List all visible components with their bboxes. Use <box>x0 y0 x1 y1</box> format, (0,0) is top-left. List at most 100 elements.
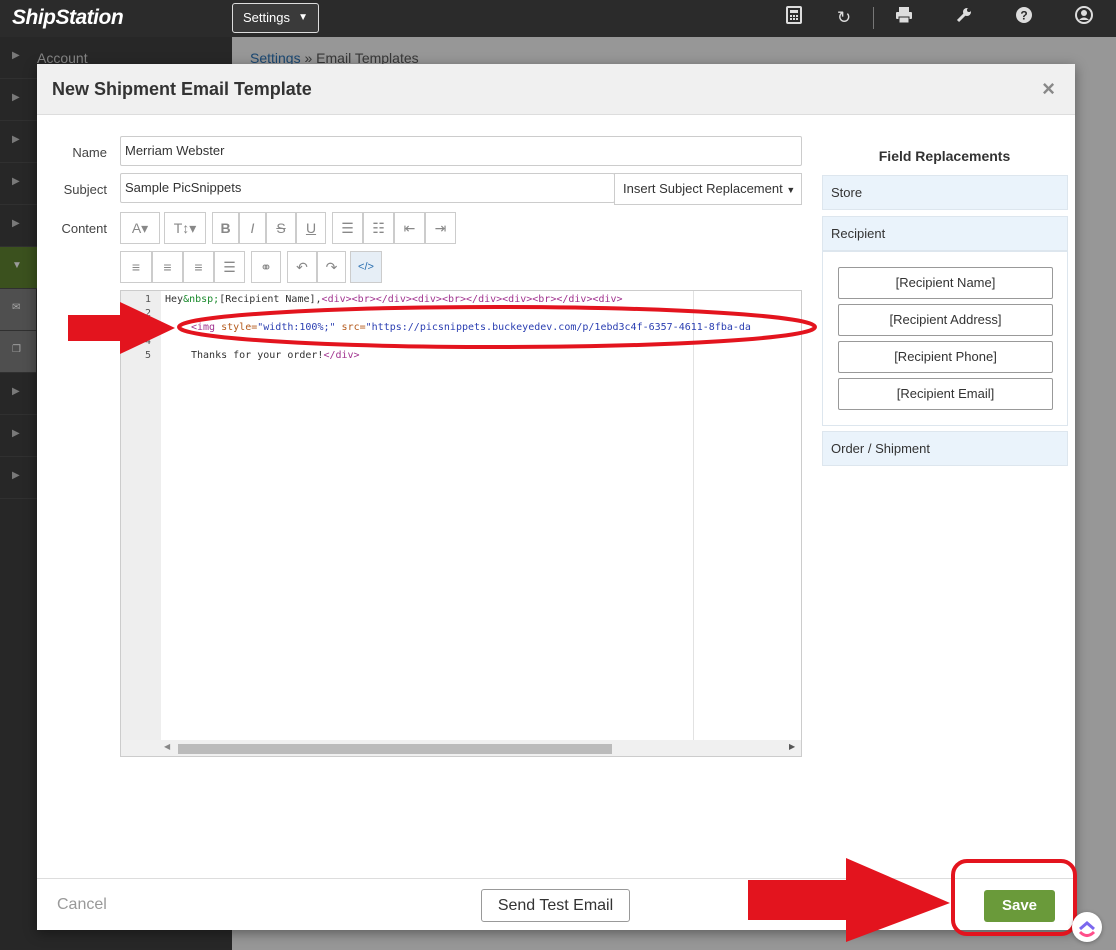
fr-section-store[interactable]: Store <box>822 175 1068 210</box>
code-attr: src= <box>335 322 366 333</box>
modal-header: New Shipment Email Template × <box>37 64 1075 115</box>
underline-button[interactable]: U <box>296 212 326 244</box>
indent-button[interactable]: ⇥ <box>425 212 456 244</box>
editor-horizontal-scrollbar[interactable]: ◀ ▶ <box>121 740 801 756</box>
name-input[interactable]: Merriam Webster <box>120 136 802 166</box>
line-number: 1 <box>144 294 151 305</box>
italic-icon: I <box>250 220 255 236</box>
outdent-button[interactable]: ⇤ <box>394 212 425 244</box>
clickup-logo-icon <box>1078 921 1096 937</box>
insert-subject-replacement-label: Insert Subject Replacement <box>623 181 783 196</box>
fr-section-recipient[interactable]: Recipient <box>822 216 1068 251</box>
numbered-list-icon: ☷ <box>372 220 385 236</box>
underline-icon: U <box>305 220 317 236</box>
svg-text:?: ? <box>1020 9 1027 23</box>
field-replacements-title: Field Replacements <box>878 148 1011 164</box>
align-right-icon: ≡ <box>194 259 203 275</box>
link-button[interactable]: ⚭ <box>251 251 281 283</box>
refresh-icon[interactable]: ↻ <box>832 6 856 30</box>
code-tag: <img <box>191 322 216 333</box>
help-icon[interactable]: ? <box>1012 6 1036 30</box>
code-value: "width:100%;" <box>257 322 336 333</box>
justify-icon: ☰ <box>223 259 236 275</box>
close-icon[interactable]: × <box>1042 76 1055 102</box>
font-size-button[interactable]: T↕▾ <box>164 212 206 244</box>
insert-subject-replacement-button[interactable]: Insert Subject Replacement ▼ <box>614 173 802 205</box>
code-text: Thanks for your order! <box>191 350 324 361</box>
align-center-button[interactable]: ≡ <box>152 251 183 283</box>
code-text: Hey <box>165 294 184 305</box>
line-number: 3 <box>144 322 151 333</box>
recipient-phone-button[interactable]: [Recipient Phone] <box>838 341 1053 373</box>
align-left-button[interactable]: ≡ <box>120 251 152 283</box>
line-number: 2 <box>144 308 151 319</box>
top-navbar: ShipStation Settings ▼ ↻ ? <box>0 0 1116 37</box>
printer-icon[interactable] <box>892 6 916 30</box>
line-gutter: 1 2 3 4 5 <box>121 291 161 740</box>
caret-down-icon: ▼ <box>786 185 796 195</box>
font-size-icon: T↕▾ <box>173 220 197 236</box>
bold-button[interactable]: B <box>212 212 239 244</box>
calculator-icon[interactable] <box>782 6 806 30</box>
code-value: "https://picsnippets.buckeyedev.com/p/1e… <box>365 322 751 333</box>
code-view-button[interactable]: </> <box>350 251 382 283</box>
caret-down-icon: ▼ <box>298 12 308 23</box>
recipient-name-button[interactable]: [Recipient Name] <box>838 267 1053 299</box>
bullet-list-icon: ☰ <box>341 220 354 236</box>
subject-input[interactable]: Sample PicSnippets <box>120 173 615 203</box>
code-entity: &nbsp; <box>183 294 220 305</box>
scroll-right-icon[interactable]: ▶ <box>789 742 795 751</box>
undo-button[interactable]: ↶ <box>287 251 317 283</box>
scrollbar-thumb[interactable] <box>178 744 612 754</box>
name-label: Name <box>72 145 107 160</box>
line-number: 5 <box>144 350 151 361</box>
scroll-left-icon[interactable]: ◀ <box>164 742 170 751</box>
code-attr: style= <box>215 322 258 333</box>
code-tag: </div> <box>323 350 360 361</box>
bold-icon: B <box>220 220 231 236</box>
modal-footer: Cancel Send Test Email Save <box>37 878 1075 930</box>
align-right-button[interactable]: ≡ <box>183 251 214 283</box>
editor-print-margin <box>693 291 694 740</box>
bullet-list-button[interactable]: ☰ <box>332 212 363 244</box>
fr-section-order-shipment[interactable]: Order / Shipment <box>822 431 1068 466</box>
save-button[interactable]: Save <box>984 890 1055 922</box>
justify-button[interactable]: ☰ <box>214 251 245 283</box>
html-code-editor[interactable]: 1 2 3 4 5 Hey&nbsp;[Recipient Name],<div… <box>120 290 802 757</box>
toolbar-divider <box>873 7 874 29</box>
recipient-replacements-body: [Recipient Name] [Recipient Address] [Re… <box>822 251 1068 426</box>
recipient-email-button[interactable]: [Recipient Email] <box>838 378 1053 410</box>
redo-button[interactable]: ↷ <box>317 251 346 283</box>
code-text: [Recipient Name], <box>219 294 322 305</box>
email-template-modal: New Shipment Email Template × Name Merri… <box>37 64 1075 930</box>
wrench-icon[interactable] <box>952 6 976 30</box>
undo-icon: ↶ <box>296 259 308 275</box>
user-icon[interactable] <box>1072 6 1096 30</box>
link-icon: ⚭ <box>260 259 272 275</box>
subject-label: Subject <box>63 182 107 197</box>
italic-button[interactable]: I <box>239 212 266 244</box>
content-label: Content <box>61 221 107 236</box>
help-widget-badge[interactable] <box>1072 912 1102 942</box>
send-test-email-button[interactable]: Send Test Email <box>481 889 630 922</box>
settings-label: Settings <box>243 10 290 25</box>
code-line-3: <img style="width:100%;" src="https://pi… <box>191 322 751 333</box>
code-icon: </> <box>358 261 374 273</box>
line-number: 4 <box>144 336 151 347</box>
code-line-1: Hey&nbsp;[Recipient Name],<div><br></div… <box>165 294 623 305</box>
redo-icon: ↷ <box>325 259 338 275</box>
strikethrough-icon: S <box>276 220 286 236</box>
font-style-button[interactable]: A▾ <box>120 212 160 244</box>
numbered-list-button[interactable]: ☷ <box>363 212 394 244</box>
font-icon: A▾ <box>131 220 149 236</box>
shipstation-logo[interactable]: ShipStation <box>12 6 124 30</box>
outdent-icon: ⇤ <box>403 220 416 236</box>
align-center-icon: ≡ <box>163 259 172 275</box>
modal-title: New Shipment Email Template <box>52 79 312 99</box>
cancel-button[interactable]: Cancel <box>57 896 107 914</box>
settings-dropdown[interactable]: Settings ▼ <box>232 3 319 33</box>
strikethrough-button[interactable]: S <box>266 212 296 244</box>
align-left-icon: ≡ <box>131 259 141 275</box>
recipient-address-button[interactable]: [Recipient Address] <box>838 304 1053 336</box>
indent-icon: ⇥ <box>434 220 447 236</box>
